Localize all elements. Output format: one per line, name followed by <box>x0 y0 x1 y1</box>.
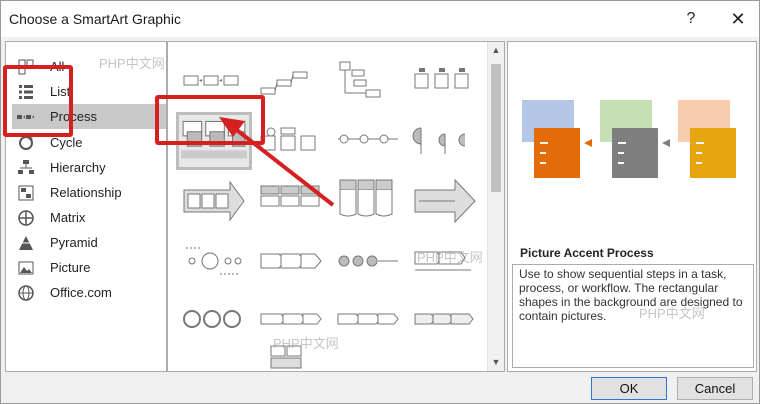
category-label: Office.com <box>50 285 112 300</box>
scroll-down-arrow-icon[interactable]: ▼ <box>488 354 504 371</box>
layout-thumbnail[interactable] <box>411 294 479 344</box>
close-button[interactable]: ✕ <box>728 9 748 29</box>
layout-thumbnail[interactable] <box>180 294 248 344</box>
watermark: PHP中文网 <box>639 306 705 321</box>
preview-panel: Picture Accent Process Use to show seque… <box>507 41 757 372</box>
category-item-pyramid[interactable]: Pyramid <box>16 230 166 255</box>
category-item-office-com[interactable]: Office.com <box>16 280 166 305</box>
layout-thumbnail[interactable] <box>334 56 402 106</box>
watermark: PHP中文网 <box>417 250 483 265</box>
preview-layout-name: Picture Accent Process <box>520 246 654 260</box>
category-label: Picture <box>50 260 91 275</box>
layout-thumbnail[interactable] <box>411 56 479 106</box>
relationship-icon <box>16 183 36 203</box>
ok-button[interactable]: OK <box>591 377 667 400</box>
preview-picture-accent-process <box>522 100 736 178</box>
title-bar: Choose a SmartArt Graphic ? ✕ <box>1 1 759 37</box>
category-item-picture[interactable]: Picture <box>16 255 166 280</box>
smartart-dialog: Choose a SmartArt Graphic ? ✕ All List P… <box>0 0 760 404</box>
layout-thumbnail[interactable] <box>180 236 248 286</box>
cancel-button[interactable]: Cancel <box>677 377 753 400</box>
gallery-scrollbar[interactable]: ▲ ▼ <box>487 42 504 371</box>
preview-description: Use to show sequential steps in a task, … <box>512 264 754 368</box>
help-button[interactable]: ? <box>681 9 701 29</box>
layout-thumbnail[interactable] <box>334 294 402 344</box>
layout-thumbnail[interactable] <box>411 176 479 226</box>
scroll-up-arrow-icon[interactable]: ▲ <box>488 42 504 59</box>
category-label: Cycle <box>50 135 83 150</box>
category-label: Pyramid <box>50 235 98 250</box>
hierarchy-icon <box>16 158 36 178</box>
matrix-icon <box>16 208 36 228</box>
category-label: Matrix <box>50 210 86 225</box>
layout-thumbnail[interactable] <box>334 236 402 286</box>
pyramid-icon <box>16 233 36 253</box>
annotation-arrow-icon <box>219 117 335 207</box>
layout-thumbnail[interactable] <box>257 56 325 106</box>
category-item-relationship[interactable]: Relationship <box>16 180 166 205</box>
picture-icon <box>16 258 36 278</box>
category-item-hierarchy[interactable]: Hierarchy <box>16 155 166 180</box>
scroll-thumb[interactable] <box>491 64 501 192</box>
layout-thumbnail[interactable] <box>411 114 479 164</box>
dialog-title: Choose a SmartArt Graphic <box>9 11 181 27</box>
category-item-matrix[interactable]: Matrix <box>16 205 166 230</box>
layout-thumbnail[interactable] <box>334 114 402 164</box>
category-label: Relationship <box>50 185 122 200</box>
globe-icon <box>16 283 36 303</box>
watermark: PHP中文网 <box>99 56 165 71</box>
watermark: PHP中文网 <box>273 336 339 351</box>
category-label: Hierarchy <box>50 160 106 175</box>
layout-thumbnail[interactable] <box>257 236 325 286</box>
layout-thumbnail[interactable] <box>334 174 402 224</box>
highlight-box-categories <box>3 65 73 137</box>
